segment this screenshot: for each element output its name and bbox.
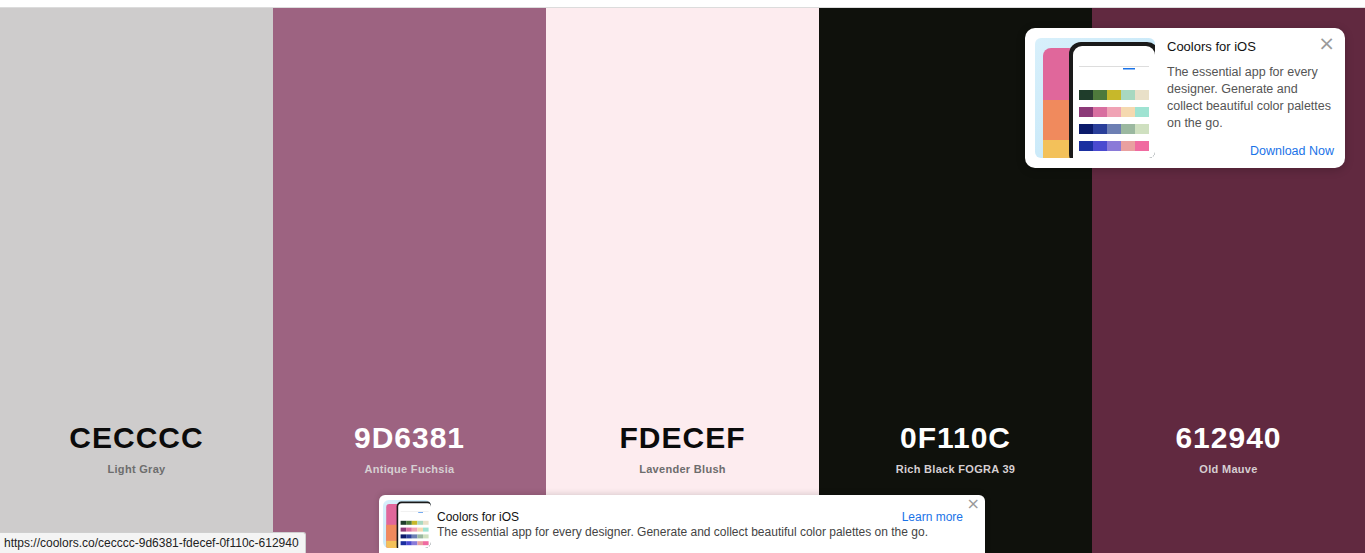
download-link[interactable]: Download Now [1250,144,1334,158]
color-hex[interactable]: 0F110C [894,421,1017,455]
app-preview-icon [383,500,431,548]
app-preview-icon [1035,38,1155,158]
banner-body: Coolors for iOS Learn moreThe essential a… [437,500,963,539]
color-name: Rich Black FOGRA 39 [890,463,1022,475]
color-column[interactable]: CECCCC Light Gray [0,8,273,553]
popup-text: The essential app for every designer. Ge… [1167,64,1335,132]
ios-popup: Coolors for iOS The essential app for eve… [1025,28,1345,168]
banner-title: Coolors for iOS [437,510,519,524]
color-hex[interactable]: CECCCC [63,421,209,455]
color-hex[interactable]: FDECEF [614,421,752,455]
color-name: Antique Fuchsia [358,463,460,475]
color-column[interactable]: FDECEF Lavender Blush [546,8,819,553]
banner-close-button[interactable]: × [965,496,982,512]
color-name: Old Mauve [1193,463,1263,475]
popup-body: Coolors for iOS The essential app for eve… [1167,38,1335,158]
popup-close-button[interactable]: × [1316,33,1337,53]
top-strip [0,0,1365,8]
color-hex[interactable]: 9D6381 [348,421,471,455]
banner-head: Coolors for iOS Learn more [437,510,963,524]
popup-link-row: Download Now [1167,144,1335,158]
popup-title: Coolors for iOS [1167,38,1335,54]
status-url: https://coolors.co/cecccc-9d6381-fdecef-… [0,532,306,553]
learn-more-link[interactable]: Learn more [902,510,963,524]
ios-banner: Coolors for iOS Learn moreThe essential a… [379,495,985,553]
color-name: Lavender Blush [633,463,732,475]
color-column[interactable]: 9D6381 Antique Fuchsia [273,8,546,553]
color-name: Light Gray [101,463,171,475]
palette-page: CECCCC Light Gray 9D6381 Antique Fuchsia FDE… [0,0,1365,553]
banner-text: The essential app for every designer. Ge… [437,525,963,539]
color-hex[interactable]: 612940 [1169,421,1287,455]
